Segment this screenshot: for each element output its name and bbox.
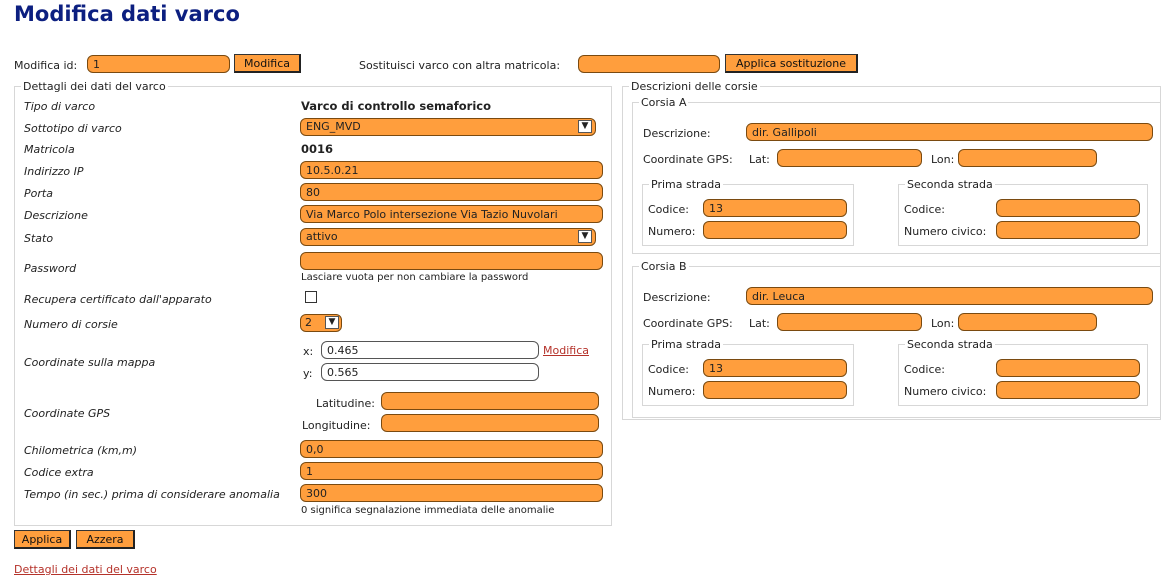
recupera-certificato-checkbox[interactable] (305, 291, 317, 303)
corsie-selected-value: 2 (305, 316, 312, 329)
latitude-input[interactable] (381, 392, 599, 410)
corsia-b-prima-legend: Prima strada (651, 338, 722, 351)
reset-button[interactable]: Azzera (76, 530, 135, 549)
corsia-b-lat-input[interactable] (777, 313, 922, 331)
ip-label: Indirizzo IP (24, 165, 84, 178)
corsia-a-lon-label: Lon: (931, 153, 955, 166)
stato-selected-value: attivo (306, 230, 338, 243)
corsia-a-descrizione-label: Descrizione: (643, 127, 711, 140)
map-y-input[interactable] (321, 363, 539, 381)
corsia-a-seconda-civico-input[interactable] (996, 221, 1140, 239)
corsia-a-gps-label: Coordinate GPS: (643, 153, 733, 166)
corsia-b-prima-numero-input[interactable] (703, 381, 847, 399)
chevron-down-icon: ▼ (325, 316, 339, 329)
corsia-a-legend: Corsia A (641, 96, 687, 109)
corsia-a-prima-legend: Prima strada (651, 178, 722, 191)
tempo-label: Tempo (in sec.) prima di considerare ano… (24, 488, 280, 501)
page-title: Modifica dati varco (14, 2, 240, 26)
details-legend: Dettagli dei dati del varco (23, 80, 166, 93)
modify-button[interactable]: Modifica (234, 54, 301, 73)
corsia-a-seconda-legend: Seconda strada (907, 178, 993, 191)
gps-label: Coordinate GPS (24, 407, 111, 420)
corsia-a-seconda-codice-label: Codice: (904, 203, 945, 216)
matricola-value: 0016 (301, 142, 334, 156)
mappa-label: Coordinate sulla mappa (24, 356, 156, 369)
password-hint: Lasciare vuota per non cambiare la passw… (301, 272, 529, 283)
longitude-label: Longitudine: (302, 419, 371, 432)
corsia-a-seconda-codice-input[interactable] (996, 199, 1140, 217)
chevron-down-icon: ▼ (578, 230, 592, 243)
corsia-a-lat-label: Lat: (749, 153, 770, 166)
modify-id-label: Modifica id: (14, 59, 78, 72)
latitude-label: Latitudine: (316, 397, 376, 410)
details-link[interactable]: Dettagli dei dati del varco (14, 563, 157, 576)
ip-address-input[interactable] (300, 161, 603, 179)
corsia-a-lat-input[interactable] (777, 149, 922, 167)
corsia-a-prima-codice-label: Codice: (648, 203, 689, 216)
corsia-b-seconda-legend: Seconda strada (907, 338, 993, 351)
corsie-label: Numero di corsie (24, 318, 118, 331)
modify-id-input[interactable] (87, 55, 230, 73)
corsia-b-gps-label: Coordinate GPS: (643, 317, 733, 330)
corsia-b-seconda-civico-label: Numero civico: (904, 385, 987, 398)
chilometrica-input[interactable] (300, 440, 603, 458)
corsia-a-prima-numero-input[interactable] (703, 221, 847, 239)
apply-replace-button[interactable]: Applica sostituzione (725, 54, 858, 73)
corsia-b-prima-codice-input[interactable] (703, 359, 847, 377)
y-label: y: (303, 367, 313, 380)
chevron-down-icon: ▼ (578, 120, 592, 133)
corsia-a-lon-input[interactable] (958, 149, 1097, 167)
longitude-input[interactable] (381, 414, 599, 432)
codice-extra-input[interactable] (300, 462, 603, 480)
replace-label: Sostituisci varco con altra matricola: (359, 59, 561, 72)
tempo-hint: 0 significa segnalazione immediata delle… (301, 505, 555, 516)
corsia-b-descrizione-label: Descrizione: (643, 291, 711, 304)
x-label: x: (303, 345, 314, 358)
porta-label: Porta (24, 187, 53, 200)
map-x-input[interactable] (321, 341, 539, 359)
corsia-b-seconda-codice-label: Codice: (904, 363, 945, 376)
lanes-legend: Descrizioni delle corsie (631, 80, 758, 93)
apply-button[interactable]: Applica (14, 530, 71, 549)
tipo-label: Tipo di varco (24, 100, 96, 113)
corsia-b-seconda-civico-input[interactable] (996, 381, 1140, 399)
tempo-anomalia-input[interactable] (300, 484, 603, 502)
corsia-a-prima-numero-label: Numero: (648, 225, 696, 238)
stato-select[interactable]: attivo ▼ (300, 228, 596, 246)
descrizione-label: Descrizione (24, 209, 88, 222)
recupera-label: Recupera certificato dall'apparato (24, 293, 212, 306)
corsia-b-lon-input[interactable] (958, 313, 1097, 331)
corsia-b-lat-label: Lat: (749, 317, 770, 330)
codice-extra-label: Codice extra (24, 466, 94, 479)
corsia-b-lon-label: Lon: (931, 317, 955, 330)
numero-corsie-select[interactable]: 2 ▼ (300, 314, 342, 332)
corsia-a-descrizione-input[interactable] (746, 123, 1153, 141)
corsia-a-prima-codice-input[interactable] (703, 199, 847, 217)
chilometrica-label: Chilometrica (km,m) (24, 444, 138, 457)
replace-serial-input[interactable] (578, 55, 720, 73)
corsia-b-seconda-codice-input[interactable] (996, 359, 1140, 377)
corsia-a-seconda-civico-label: Numero civico: (904, 225, 987, 238)
description-input[interactable] (300, 205, 603, 223)
password-label: Password (24, 262, 77, 275)
sottotipo-selected-value: ENG_MVD (306, 120, 361, 133)
matricola-label: Matricola (24, 143, 75, 156)
sottotipo-label: Sottotipo di varco (24, 122, 122, 135)
map-modify-link[interactable]: Modifica (543, 344, 589, 357)
corsia-b-prima-codice-label: Codice: (648, 363, 689, 376)
corsia-b-descrizione-input[interactable] (746, 287, 1153, 305)
stato-label: Stato (24, 232, 54, 245)
password-input[interactable] (300, 252, 603, 270)
port-input[interactable] (300, 183, 603, 201)
sottotipo-select[interactable]: ENG_MVD ▼ (300, 118, 596, 136)
tipo-value: Varco di controllo semaforico (301, 99, 491, 113)
corsia-b-prima-numero-label: Numero: (648, 385, 696, 398)
corsia-b-legend: Corsia B (641, 260, 687, 273)
